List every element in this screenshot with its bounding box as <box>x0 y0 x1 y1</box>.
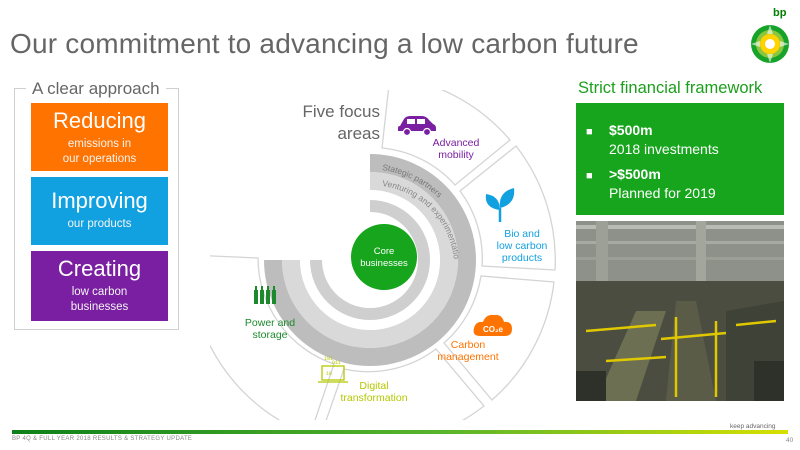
reducing-subtitle: emissions in our operations <box>31 137 168 167</box>
digital-label-line1: Digital <box>359 380 388 392</box>
reducing-sub-line1: emissions in <box>67 138 132 150</box>
reducing-card: Reducing emissions in our operations <box>31 103 168 171</box>
bullet-icon: ■ <box>586 170 593 182</box>
creating-sub-line2: businesses <box>70 301 129 313</box>
framework-desc-2018: 2018 investments <box>609 141 719 157</box>
co2-icon-text: CO₂e <box>483 325 504 334</box>
bio-label-line1: Bio and <box>504 228 540 240</box>
svg-text:10: 10 <box>326 371 332 377</box>
core-circle <box>351 224 417 290</box>
creating-subtitle: low carbon businesses <box>31 285 168 315</box>
bio-label-line3: products <box>502 252 542 264</box>
reducing-title: Reducing <box>53 108 146 133</box>
svg-text:011: 011 <box>332 360 341 366</box>
framework-item-2018-text: $500m 2018 investments <box>609 121 719 159</box>
creating-card: Creating low carbon businesses <box>31 251 168 321</box>
footer-source: BP 4Q & FULL YEAR 2018 RESULTS & STRATEG… <box>12 436 193 442</box>
framework-amount-2019: >$500m <box>609 166 661 182</box>
creating-sub-line1: low carbon <box>71 286 128 298</box>
reducing-sub-line2: our operations <box>62 153 137 165</box>
framework-desc-2019: Planned for 2019 <box>609 185 716 201</box>
page-number: 40 <box>786 437 794 444</box>
framework-amount-2018: $500m <box>609 122 653 138</box>
bp-logo-text: bp <box>773 7 787 19</box>
improving-title: Improving <box>51 188 148 213</box>
car-icon <box>398 116 436 137</box>
digital-label-line2: transformation <box>340 392 407 404</box>
mobility-label-line2: mobility <box>438 149 474 161</box>
framework-box: ■ $500m 2018 investments ■ >$500m Planne… <box>576 103 784 215</box>
creating-title: Creating <box>57 256 142 281</box>
carbon-label-line1: Carbon <box>451 339 486 351</box>
improving-subtitle: our products <box>67 218 132 230</box>
leaf-icon <box>485 188 515 222</box>
power-label-line2: storage <box>252 329 287 341</box>
core-label-line2: businesses <box>360 258 408 269</box>
page-title: Our commitment to advancing a low carbon… <box>10 28 639 59</box>
bullet-icon: ■ <box>586 126 593 138</box>
power-label-line1: Power and <box>245 317 295 329</box>
footer-gradient-line <box>12 430 788 434</box>
mobility-label-line1: Advanced <box>433 137 480 149</box>
bio-label-line2: low carbon <box>497 240 548 252</box>
framework-item-2019-text: >$500m Planned for 2019 <box>609 165 716 203</box>
footer-tagline: keep advancing <box>730 423 776 430</box>
core-label-line1: Core <box>374 246 395 257</box>
improving-card: Improving our products <box>31 177 168 245</box>
approach-label: A clear approach <box>26 79 166 99</box>
framework-title: Strict financial framework <box>578 79 763 97</box>
industrial-facility-photo <box>576 221 784 401</box>
focus-areas-diagram: Stategic partners Venturing and experime… <box>210 90 556 420</box>
carbon-label-line2: management <box>437 351 498 363</box>
